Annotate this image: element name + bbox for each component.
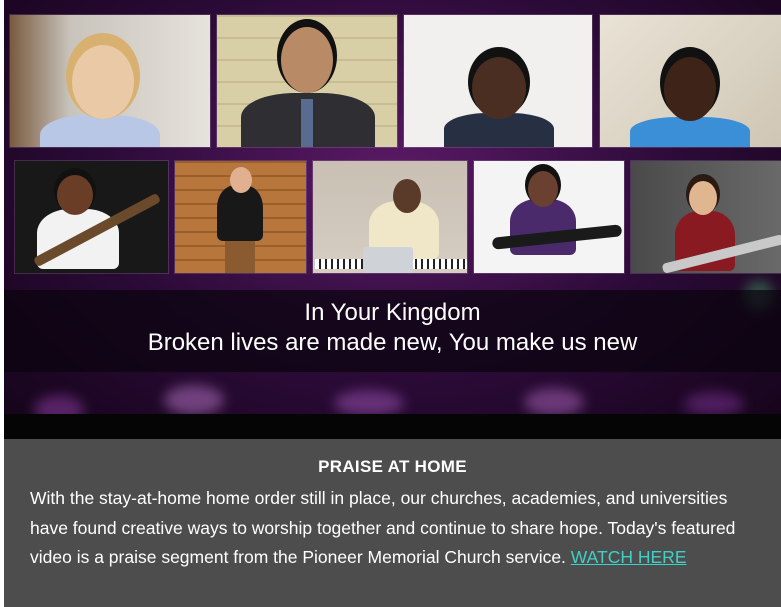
watch-here-link[interactable]: WATCH HERE <box>571 547 687 567</box>
participant-tile-3 <box>403 14 593 148</box>
participant-tile-5 <box>14 160 169 274</box>
video-still[interactable]: In Your Kingdom Broken lives are made ne… <box>4 0 781 439</box>
caption-body: With the stay-at-home home order still i… <box>30 484 770 573</box>
participant-tile-4 <box>599 14 781 148</box>
participant-tile-9 <box>630 160 781 274</box>
bokeh-light <box>524 388 584 416</box>
bokeh-light <box>164 385 224 415</box>
bokeh-light <box>684 392 744 416</box>
lyrics-line-1: In Your Kingdom <box>304 299 481 326</box>
participant-tile-7 <box>312 160 468 274</box>
participant-tile-6 <box>174 160 307 274</box>
participant-tile-1 <box>9 14 211 148</box>
participant-tile-2 <box>216 14 398 148</box>
bokeh-light <box>334 390 404 416</box>
caption-box: PRAISE AT HOME With the stay-at-home hom… <box>4 439 781 607</box>
participant-tile-8 <box>473 160 625 274</box>
video-bottom-bar <box>4 414 781 439</box>
caption-title: PRAISE AT HOME <box>318 457 467 476</box>
lyrics-overlay: In Your Kingdom Broken lives are made ne… <box>4 290 781 372</box>
lyrics-line-2: Broken lives are made new, You make us n… <box>147 329 638 356</box>
